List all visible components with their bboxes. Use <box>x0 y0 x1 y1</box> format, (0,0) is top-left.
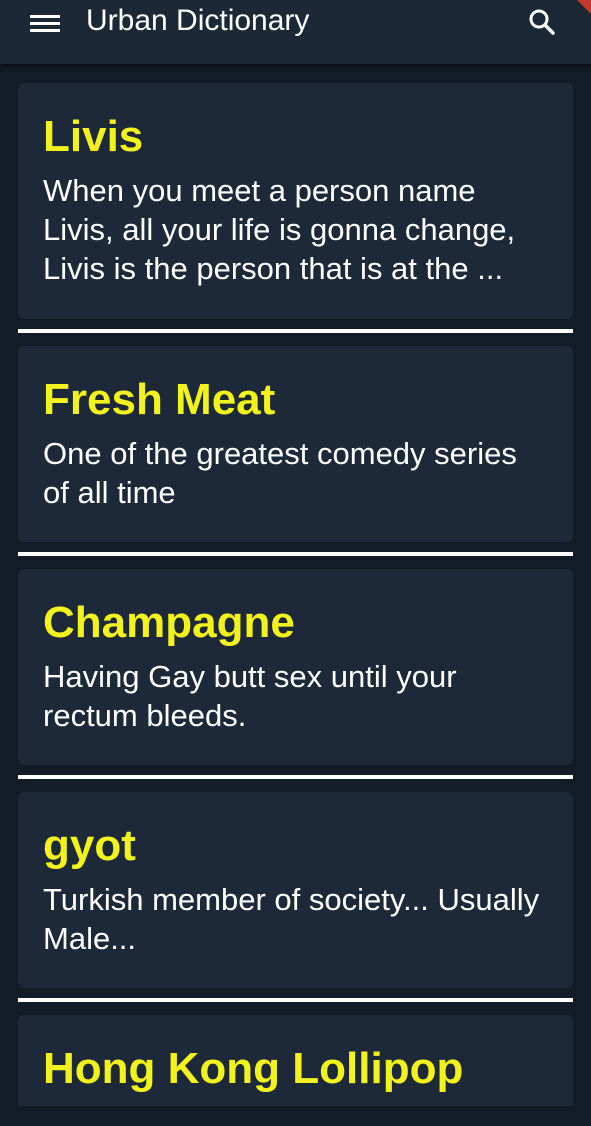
search-icon[interactable] <box>526 6 558 38</box>
card-definition: One of the greatest comedy series of all… <box>43 436 517 510</box>
card-word: Livis <box>43 112 144 161</box>
card-word: gyot <box>43 821 136 870</box>
app-title: Urban Dictionary <box>86 4 310 37</box>
definition-card[interactable]: Fresh Meat One of the greatest comedy se… <box>18 346 573 542</box>
definition-card[interactable]: Hong Kong Lollipop <box>18 1015 573 1106</box>
hamburger-menu-icon[interactable] <box>27 12 63 34</box>
card-definition: Turkish member of society... Usually Mal… <box>43 882 540 956</box>
definition-card[interactable]: Livis When you meet a person name Livis,… <box>18 83 573 319</box>
definition-list: Livis When you meet a person name Livis,… <box>18 83 573 1106</box>
definition-card[interactable]: gyot Turkish member of society... Usuall… <box>18 792 573 988</box>
definition-card[interactable]: Champagne Having Gay butt sex until your… <box>18 569 573 765</box>
card-word: Champagne <box>43 598 295 647</box>
card-definition: Having Gay butt sex until your rectum bl… <box>43 659 457 733</box>
card-word: Fresh Meat <box>43 375 276 424</box>
card-definition: When you meet a person name Livis, all y… <box>43 173 516 286</box>
card-word: Hong Kong Lollipop <box>43 1044 464 1093</box>
app-bar: Urban Dictionary <box>0 0 591 64</box>
corner-indicator <box>577 0 591 14</box>
